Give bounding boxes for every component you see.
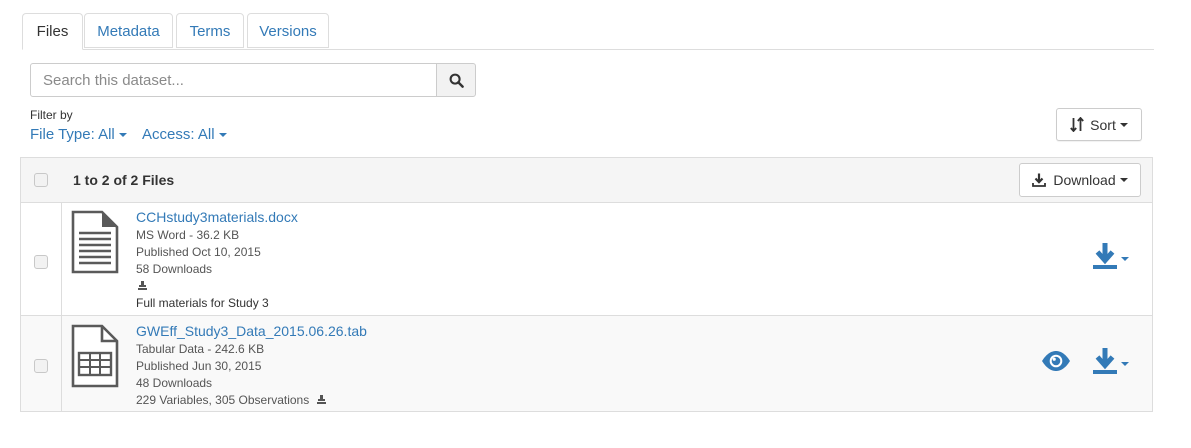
row-checkbox[interactable] — [34, 359, 48, 373]
table-row: GWEff_Study3_Data_2015.06.26.tab Tabular… — [21, 316, 1152, 411]
sort-button[interactable]: Sort — [1056, 108, 1142, 141]
tab-files[interactable]: Files — [22, 13, 83, 50]
filter-by-label: Filter by — [30, 108, 73, 122]
file-description: Full materials for Study 3 — [136, 296, 269, 310]
caret-down-icon — [1121, 362, 1129, 366]
caret-down-icon — [1119, 178, 1128, 182]
file-variables-text: 229 Variables, 305 Observations — [136, 393, 310, 407]
search-group — [30, 63, 476, 97]
download-button[interactable]: Download — [1019, 163, 1141, 197]
download-icon — [1093, 348, 1117, 374]
search-input[interactable] — [30, 63, 437, 97]
file-name-link[interactable]: CCHstudy3materials.docx — [136, 209, 298, 225]
preview-button[interactable] — [1041, 350, 1071, 372]
files-table: 1 to 2 of 2 Files Download CCHstudy3mate… — [20, 157, 1153, 412]
document-icon — [71, 210, 119, 274]
file-download-count: 48 Downloads — [136, 376, 213, 390]
eye-icon — [1042, 351, 1070, 371]
access-filter-label: Access: All — [142, 126, 215, 143]
sort-label: Sort — [1090, 116, 1116, 133]
stamp-icon — [138, 281, 147, 290]
column-divider — [61, 316, 62, 411]
access-filter[interactable]: Access: All — [142, 126, 227, 143]
download-label: Download — [1053, 172, 1116, 188]
row-checkbox[interactable] — [34, 255, 48, 269]
file-download-menu[interactable] — [1092, 347, 1129, 375]
stamp-icon — [316, 395, 326, 404]
file-download-menu[interactable] — [1092, 242, 1129, 270]
download-icon — [1093, 243, 1117, 269]
tab-metadata[interactable]: Metadata — [84, 13, 173, 48]
file-published-date: Published Oct 10, 2015 — [136, 245, 261, 259]
table-row: CCHstudy3materials.docx MS Word - 36.2 K… — [21, 202, 1152, 316]
column-divider — [61, 202, 62, 315]
search-button[interactable] — [436, 63, 476, 97]
caret-down-icon — [118, 133, 127, 138]
file-type-filter-label: File Type: All — [30, 126, 115, 143]
table-header: 1 to 2 of 2 Files Download — [21, 158, 1152, 203]
file-download-count: 58 Downloads — [136, 262, 213, 276]
sort-icon — [1070, 117, 1085, 132]
select-all-checkbox[interactable] — [34, 173, 48, 187]
caret-down-icon — [1121, 257, 1129, 261]
caret-down-icon — [1119, 122, 1128, 127]
search-icon — [449, 73, 464, 88]
download-icon — [1032, 173, 1047, 187]
file-variables: 229 Variables, 305 Observations — [136, 392, 327, 409]
file-type-size: Tabular Data - 242.6 KB — [136, 342, 265, 356]
tab-terms[interactable]: Terms — [176, 13, 244, 48]
file-name-link[interactable]: GWEff_Study3_Data_2015.06.26.tab — [136, 323, 367, 339]
file-type-filter[interactable]: File Type: All — [30, 126, 127, 143]
file-type-size: MS Word - 36.2 KB — [136, 228, 240, 242]
caret-down-icon — [218, 133, 227, 138]
tab-versions[interactable]: Versions — [247, 13, 329, 48]
tab-bar: Files Metadata Terms Versions — [22, 13, 1154, 50]
file-count: 1 to 2 of 2 Files — [73, 172, 175, 188]
file-published-date: Published Jun 30, 2015 — [136, 359, 262, 373]
tabular-data-icon — [71, 324, 119, 388]
